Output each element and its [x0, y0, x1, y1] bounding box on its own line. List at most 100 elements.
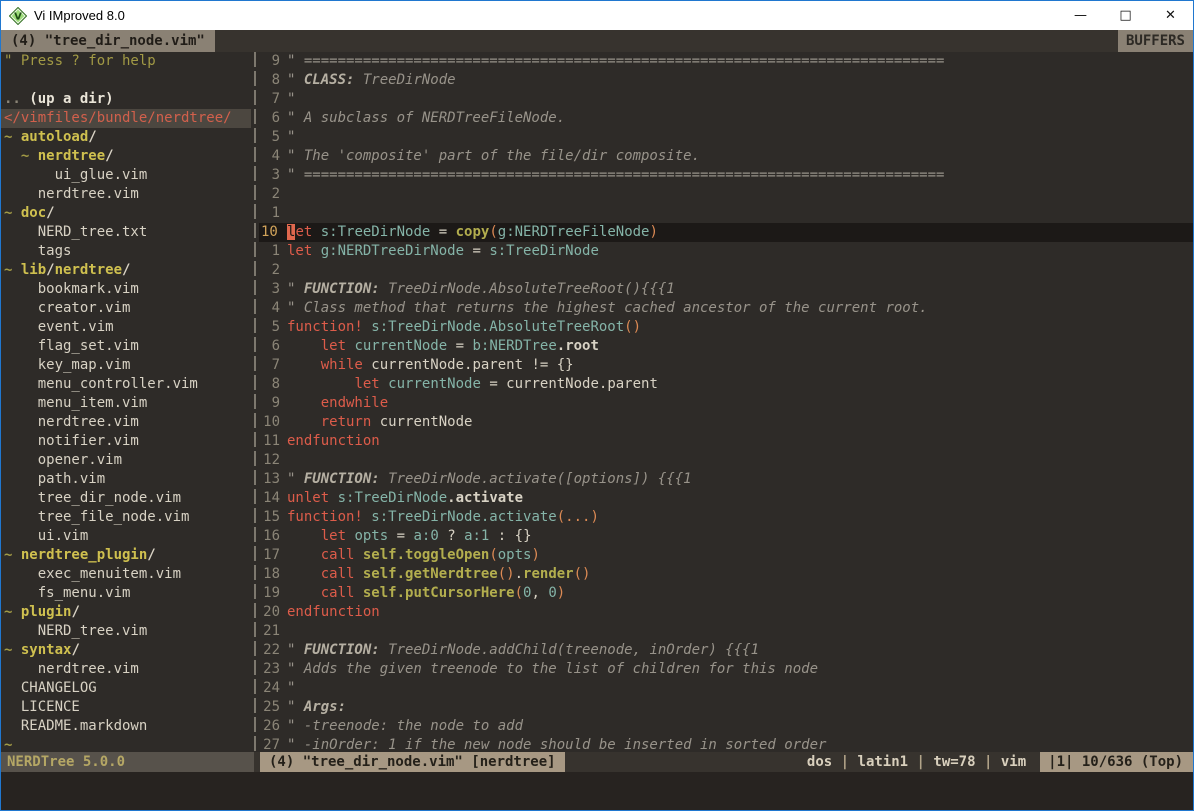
line-number: 8 — [259, 375, 287, 394]
editor-line[interactable]: 10 return currentNode — [259, 413, 1193, 432]
tree-file-flag-set-vim[interactable]: flag_set.vim — [4, 337, 251, 356]
tree-file-notifier-vim[interactable]: notifier.vim — [4, 432, 251, 451]
editor-line[interactable]: 2 — [259, 261, 1193, 280]
editor-line[interactable]: 7 while currentNode.parent != {} — [259, 356, 1193, 375]
token-k: endfunction — [287, 433, 380, 449]
token-n: = — [447, 338, 472, 354]
tree-file-ui-glue-vim[interactable]: ui_glue.vim — [4, 166, 251, 185]
editor-line[interactable]: 5function! s:TreeDirNode.AbsoluteTreeRoo… — [259, 318, 1193, 337]
editor-line[interactable]: 27" -inOrder: 1 if the new node should b… — [259, 736, 1193, 752]
editor-line[interactable]: 9" =====================================… — [259, 52, 1193, 71]
tree-file-tags[interactable]: tags — [4, 242, 251, 261]
window-vertical-separator[interactable] — [251, 52, 259, 752]
token-i: opts — [498, 547, 532, 563]
tree-filler-tilde[interactable]: ~ — [4, 736, 251, 752]
token-d: nerdtree — [38, 148, 105, 164]
editor-line[interactable]: 20endfunction — [259, 603, 1193, 622]
editor-line[interactable]: 24" — [259, 679, 1193, 698]
editor-line[interactable]: 14unlet s:TreeDirNode.activate — [259, 489, 1193, 508]
token-s: / — [147, 547, 155, 563]
tree-dir-nerdtree-plugin[interactable]: ~ nerdtree_plugin/ — [4, 546, 251, 565]
editor-line[interactable]: 26" -treenode: the node to add — [259, 717, 1193, 736]
token-n: currentNode — [371, 414, 472, 430]
token-n — [287, 566, 321, 582]
tree-file-syntax-nerdtree-vim[interactable]: nerdtree.vim — [4, 660, 251, 679]
editor-line[interactable]: 17 call self.toggleOpen(opts) — [259, 546, 1193, 565]
tree-dir-lib-nerdtree[interactable]: ~ lib/nerdtree/ — [4, 261, 251, 280]
maximize-button[interactable]: □ — [1103, 1, 1148, 30]
token-k: let — [354, 376, 379, 392]
close-button[interactable]: ✕ — [1148, 1, 1193, 30]
editor-panel[interactable]: 9" =====================================… — [259, 52, 1193, 752]
tree-file-ui-vim[interactable]: ui.vim — [4, 527, 251, 546]
token-nb: .root — [557, 338, 599, 354]
editor-line[interactable]: 21 — [259, 622, 1193, 641]
tree-file-changelog[interactable]: CHANGELOG — [4, 679, 251, 698]
editor-line[interactable]: 7" — [259, 90, 1193, 109]
editor-line[interactable]: 1let g:NERDTreeDirNode = s:TreeDirNode — [259, 242, 1193, 261]
tree-file-opener-vim[interactable]: opener.vim — [4, 451, 251, 470]
token-c: " — [287, 129, 304, 145]
editor-line[interactable]: 19 call self.putCursorHere(0, 0) — [259, 584, 1193, 603]
editor-line[interactable]: 16 let opts = a:0 ? a:1 : {} — [259, 527, 1193, 546]
editor-line[interactable]: 4" The 'composite' part of the file/dir … — [259, 147, 1193, 166]
tree-file-bookmark-vim[interactable]: bookmark.vim — [4, 280, 251, 299]
tree-file-event-vim[interactable]: event.vim — [4, 318, 251, 337]
editor-line[interactable]: 6 let currentNode = b:NERDTree.root — [259, 337, 1193, 356]
token-fi: menu_controller.vim — [38, 376, 198, 392]
tree-file-lib-nerdtree-vim[interactable]: nerdtree.vim — [4, 413, 251, 432]
editor-line[interactable]: 25" Args: — [259, 698, 1193, 717]
code-text: endfunction — [287, 432, 380, 451]
window-title: Vi IMproved 8.0 — [34, 8, 125, 23]
tab-current-buffer[interactable]: (4) "tree_dir_node.vim" — [1, 30, 215, 52]
editor-line[interactable]: 6" A subclass of NERDTreeFileNode. — [259, 109, 1193, 128]
tree-file-tree-file-node-vim[interactable]: tree_file_node.vim — [4, 508, 251, 527]
tree-file-exec-menuitem-vim[interactable]: exec_menuitem.vim — [4, 565, 251, 584]
tree-file-autoload-nerdtree-vim[interactable]: nerdtree.vim — [4, 185, 251, 204]
line-number: 8 — [259, 71, 287, 90]
editor-line[interactable]: 18 call self.getNerdtree().render() — [259, 565, 1193, 584]
editor-line[interactable]: 13" FUNCTION: TreeDirNode.activate([opti… — [259, 470, 1193, 489]
tree-dir-syntax[interactable]: ~ syntax/ — [4, 641, 251, 660]
editor-line[interactable]: 11endfunction — [259, 432, 1193, 451]
tree-file-tree-dir-node-vim[interactable]: tree_dir_node.vim — [4, 489, 251, 508]
editor-line[interactable]: 12 — [259, 451, 1193, 470]
tree-dir-plugin[interactable]: ~ plugin/ — [4, 603, 251, 622]
editor-line[interactable]: 3" =====================================… — [259, 166, 1193, 185]
editor-line[interactable]: 2 — [259, 185, 1193, 204]
nerdtree-panel[interactable]: " Press ? for help .. (up a dir)</vimfile… — [1, 52, 251, 752]
token-o: ) — [531, 547, 539, 563]
tree-file-fs-menu-vim[interactable]: fs_menu.vim — [4, 584, 251, 603]
editor-line[interactable]: 15function! s:TreeDirNode.activate(...) — [259, 508, 1193, 527]
tree-file-readme-markdown[interactable]: README.markdown — [4, 717, 251, 736]
tree-file-licence[interactable]: LICENCE — [4, 698, 251, 717]
tree-up-a-dir[interactable]: .. (up a dir) — [4, 90, 251, 109]
tree-file-nerd-tree-txt[interactable]: NERD_tree.txt — [4, 223, 251, 242]
editor-line[interactable]: 9 endwhile — [259, 394, 1193, 413]
tree-root-path[interactable]: </vimfiles/bundle/nerdtree/ — [1, 109, 251, 128]
editor-line[interactable]: 1 — [259, 204, 1193, 223]
tree-blank[interactable] — [4, 71, 251, 90]
editor-line[interactable]: 5" — [259, 128, 1193, 147]
editor-line[interactable]: 8" CLASS: TreeDirNode — [259, 71, 1193, 90]
editor-line[interactable]: 22" FUNCTION: TreeDirNode.addChild(treen… — [259, 641, 1193, 660]
editor-line-current[interactable]: 10let s:TreeDirNode = copy(g:NERDTreeFil… — [259, 223, 1193, 242]
editor-line[interactable]: 4" Class method that returns the highest… — [259, 299, 1193, 318]
tree-file-path-vim[interactable]: path.vim — [4, 470, 251, 489]
editor-line[interactable]: 8 let currentNode = currentNode.parent — [259, 375, 1193, 394]
editor-line[interactable]: 3" FUNCTION: TreeDirNode.AbsoluteTreeRoo… — [259, 280, 1193, 299]
editor-line[interactable]: 23" Adds the given treenode to the list … — [259, 660, 1193, 679]
line-number: 1 — [259, 242, 287, 261]
minimize-button[interactable]: — — [1058, 1, 1103, 30]
tree-dir-autoload[interactable]: ~ autoload/ — [4, 128, 251, 147]
token-n: , — [531, 585, 548, 601]
tree-dir-autoload-nerdtree[interactable]: ~ nerdtree/ — [4, 147, 251, 166]
buffers-label[interactable]: BUFFERS — [1118, 30, 1193, 52]
tree-file-creator-vim[interactable]: creator.vim — [4, 299, 251, 318]
tree-help-hint[interactable]: " Press ? for help — [4, 52, 251, 71]
tree-file-key-map-vim[interactable]: key_map.vim — [4, 356, 251, 375]
tree-dir-doc[interactable]: ~ doc/ — [4, 204, 251, 223]
tree-file-menu-item-vim[interactable]: menu_item.vim — [4, 394, 251, 413]
tree-file-menu-controller-vim[interactable]: menu_controller.vim — [4, 375, 251, 394]
tree-file-nerd-tree-vim[interactable]: NERD_tree.vim — [4, 622, 251, 641]
